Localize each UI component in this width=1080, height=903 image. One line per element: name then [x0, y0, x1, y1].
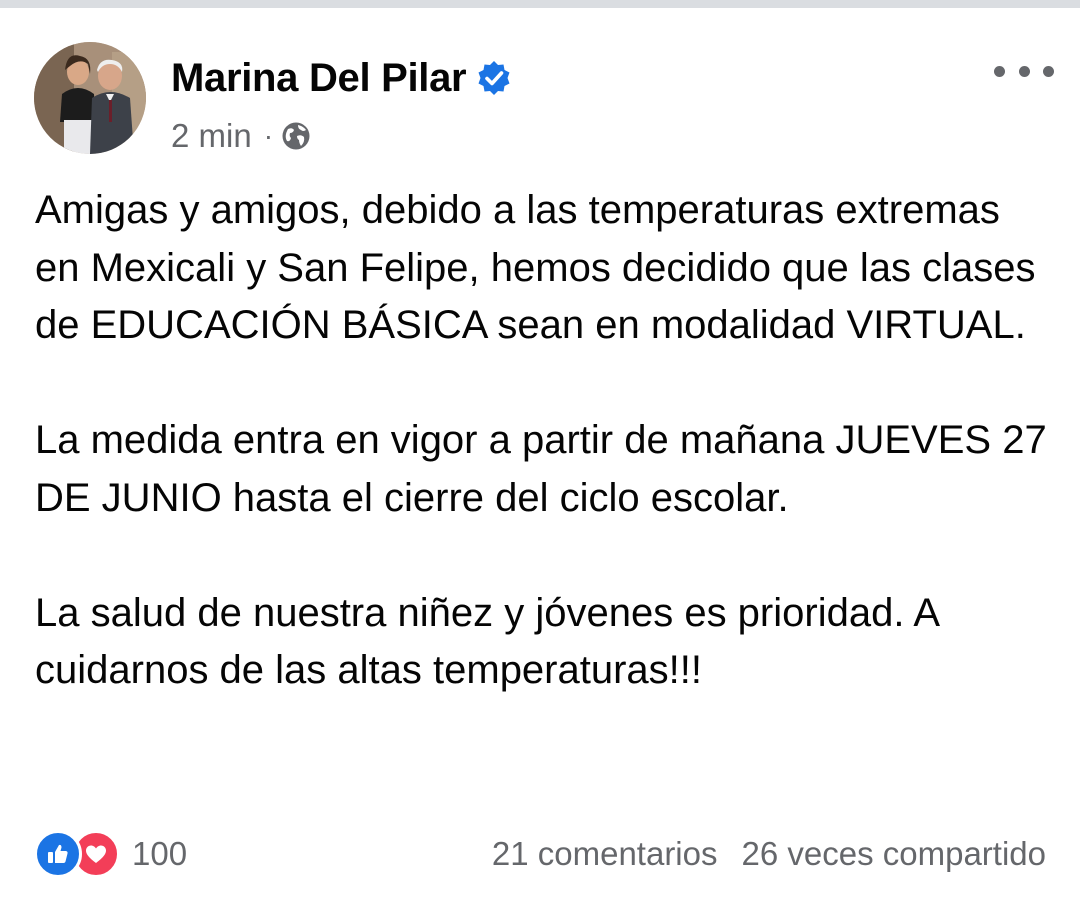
globe-icon[interactable] [281, 121, 311, 151]
reactions-summary[interactable]: 100 [34, 830, 187, 878]
post-card: Marina Del Pilar 2 min · Amigas y amigos… [0, 8, 1080, 903]
avatar[interactable] [34, 42, 146, 154]
post-paragraph: La medida entra en vigor a partir de mañ… [35, 418, 1047, 520]
more-options-dot [1018, 65, 1030, 77]
author-row: Marina Del Pilar [171, 50, 512, 106]
like-icon [34, 830, 82, 878]
post-paragraph: La salud de nuestra niñez y jóvenes es p… [35, 590, 938, 693]
more-options-button[interactable] [994, 56, 1054, 86]
verified-badge-icon [476, 60, 512, 96]
comments-count[interactable]: 21 comentarios [492, 835, 718, 873]
post-text: Amigas y amigos, debido a las temperatur… [35, 182, 1055, 700]
post-footer: 100 21 comentarios 26 veces compartido [34, 826, 1046, 882]
post-header: Marina Del Pilar 2 min · [34, 42, 1054, 162]
meta-separator: · [263, 120, 274, 151]
post-meta: 2 min · [171, 114, 311, 158]
post-paragraph: Amigas y amigos, debido a las temperatur… [35, 188, 1036, 347]
more-options-dot [1043, 65, 1054, 77]
shares-count[interactable]: 26 veces compartido [742, 835, 1047, 873]
more-options-icon [994, 65, 1005, 77]
author-name[interactable]: Marina Del Pilar [171, 56, 467, 101]
reaction-count: 100 [132, 835, 188, 872]
post-time[interactable]: 2 min [171, 117, 252, 155]
top-divider [0, 0, 1080, 8]
avatar-photo [34, 42, 146, 154]
